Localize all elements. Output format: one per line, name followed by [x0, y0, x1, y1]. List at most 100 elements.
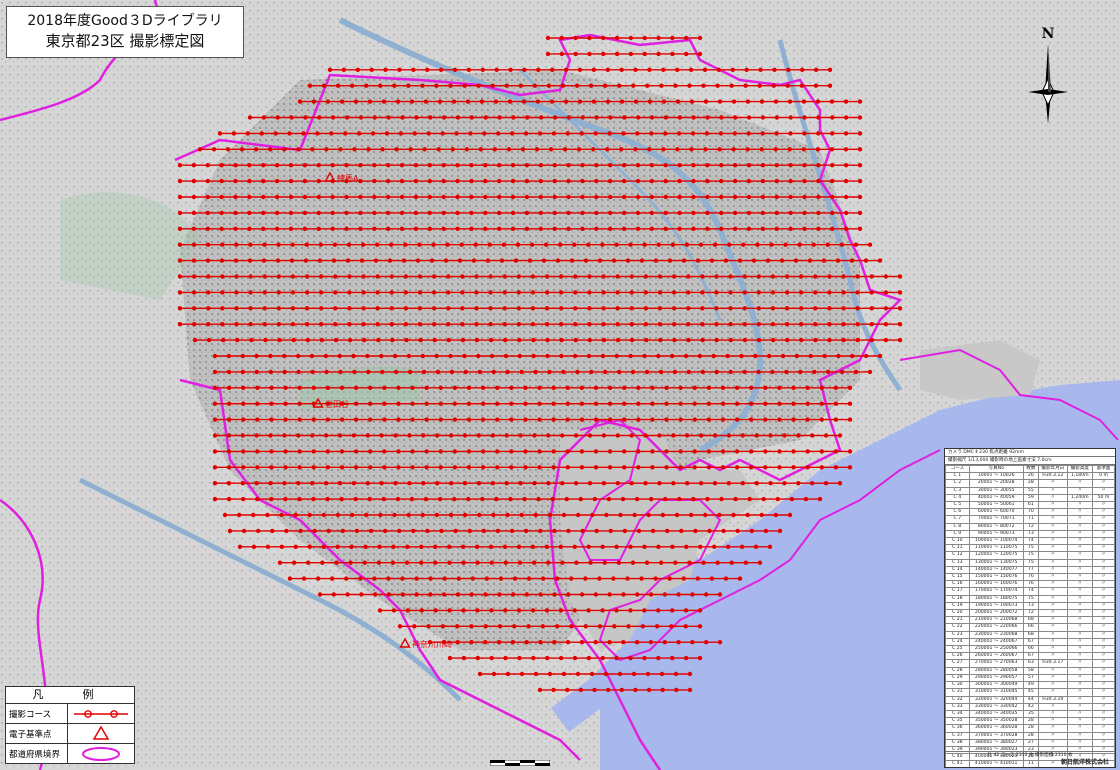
photo-point: [234, 274, 239, 279]
photo-point: [233, 210, 238, 216]
photo-point: [333, 337, 339, 343]
photo-point: [763, 528, 769, 534]
photo-point: [536, 67, 541, 73]
table-row: C 12 120001 ～ 120075 75 〃〃〃: [945, 551, 1115, 560]
photo-point: [496, 194, 502, 200]
photo-point: [269, 385, 274, 390]
photo-point: [760, 163, 766, 168]
photo-point: [412, 131, 417, 136]
photo-point: [760, 131, 765, 136]
photo-point: [717, 147, 722, 152]
photo-point: [177, 194, 183, 200]
table-cell: 〃: [1092, 573, 1115, 582]
photo-point: [564, 496, 569, 502]
photo-point: [615, 481, 620, 486]
photo-point: [841, 274, 846, 279]
photo-point: [632, 512, 637, 518]
photo-point: [697, 624, 703, 629]
photo-point: [283, 385, 288, 390]
photo-point: [323, 481, 329, 486]
table-cell: C 5: [945, 501, 970, 510]
photo-point: [452, 385, 458, 390]
photo-point: [712, 242, 718, 247]
photo-point: [268, 147, 273, 152]
photo-point: [469, 624, 474, 629]
photo-point: [462, 433, 468, 438]
photo-point: [477, 369, 482, 375]
photo-point: [555, 258, 561, 263]
photo-point: [316, 163, 321, 168]
photo-point: [219, 163, 224, 168]
photo-point: [533, 512, 538, 518]
photo-point: [857, 226, 863, 231]
table-cell: 〃: [1066, 652, 1094, 661]
photo-point: [777, 528, 783, 534]
photo-point: [822, 353, 827, 359]
table-row: C 33 330001 ～ 330042 42 〃〃〃: [945, 702, 1115, 711]
photo-point: [212, 353, 218, 359]
photo-point: [287, 576, 293, 581]
photo-point: [544, 274, 550, 279]
photo-point: [791, 465, 796, 470]
table-cell: 〃: [1066, 738, 1094, 747]
table-row: C 24 240001 ～ 240067 67 〃〃〃: [945, 637, 1115, 647]
photo-point: [569, 258, 575, 263]
photo-point: [475, 560, 480, 565]
photo-point: [414, 576, 419, 581]
photo-point: [441, 115, 447, 120]
photo-point: [684, 242, 690, 247]
photo-point: [777, 449, 782, 454]
photo-point: [753, 544, 759, 549]
photo-point: [640, 624, 646, 629]
photo-point: [475, 608, 480, 613]
photo-point: [518, 433, 523, 438]
photo-point: [774, 194, 779, 200]
photo-point: [728, 274, 733, 279]
photo-point: [455, 640, 460, 645]
photo-point: [661, 147, 666, 152]
photo-point: [523, 131, 529, 136]
photo-point: [461, 608, 466, 613]
photo-point: [603, 369, 608, 375]
photo-point: [368, 401, 373, 406]
photo-point: [788, 226, 793, 231]
photo-point: [548, 147, 554, 152]
photo-point: [586, 608, 591, 613]
photo-point: [597, 258, 603, 263]
photo-point: [676, 640, 681, 645]
table-cell: 330001 ～ 330042: [968, 702, 1024, 711]
photo-point: [798, 306, 804, 311]
photo-point: [717, 592, 723, 597]
photo-point: [746, 226, 752, 231]
legend-row-boundary: 都道府県境界: [6, 744, 134, 763]
photo-point: [760, 210, 766, 216]
photo-point: [426, 131, 431, 136]
photo-point: [233, 178, 238, 184]
photo-point: [712, 544, 717, 549]
photo-point: [650, 401, 655, 406]
photo-point: [376, 560, 382, 565]
photo-point: [335, 512, 341, 518]
table-column-header: コース: [945, 464, 970, 474]
photo-point: [777, 385, 782, 390]
photo-point: [330, 115, 336, 120]
photo-point: [393, 481, 398, 486]
photo-point: [367, 496, 372, 502]
photo-point: [352, 147, 357, 152]
photo-point: [631, 671, 637, 677]
photo-point: [787, 147, 792, 152]
photo-point: [332, 242, 338, 247]
photo-point: [247, 258, 253, 263]
photo-point: [817, 496, 823, 502]
photo-point: [385, 163, 391, 168]
photo-point: [725, 544, 731, 549]
photo-point: [424, 465, 429, 470]
photo-point: [788, 115, 793, 120]
table-row: C 3 30001 ～ 30055 55 〃〃〃: [945, 486, 1115, 495]
photo-point: [502, 306, 507, 311]
photo-point: [593, 465, 599, 470]
photo-point: [212, 417, 218, 422]
photo-point: [321, 544, 326, 549]
photo-point: [749, 401, 754, 406]
table-cell: 〃: [1066, 573, 1094, 582]
